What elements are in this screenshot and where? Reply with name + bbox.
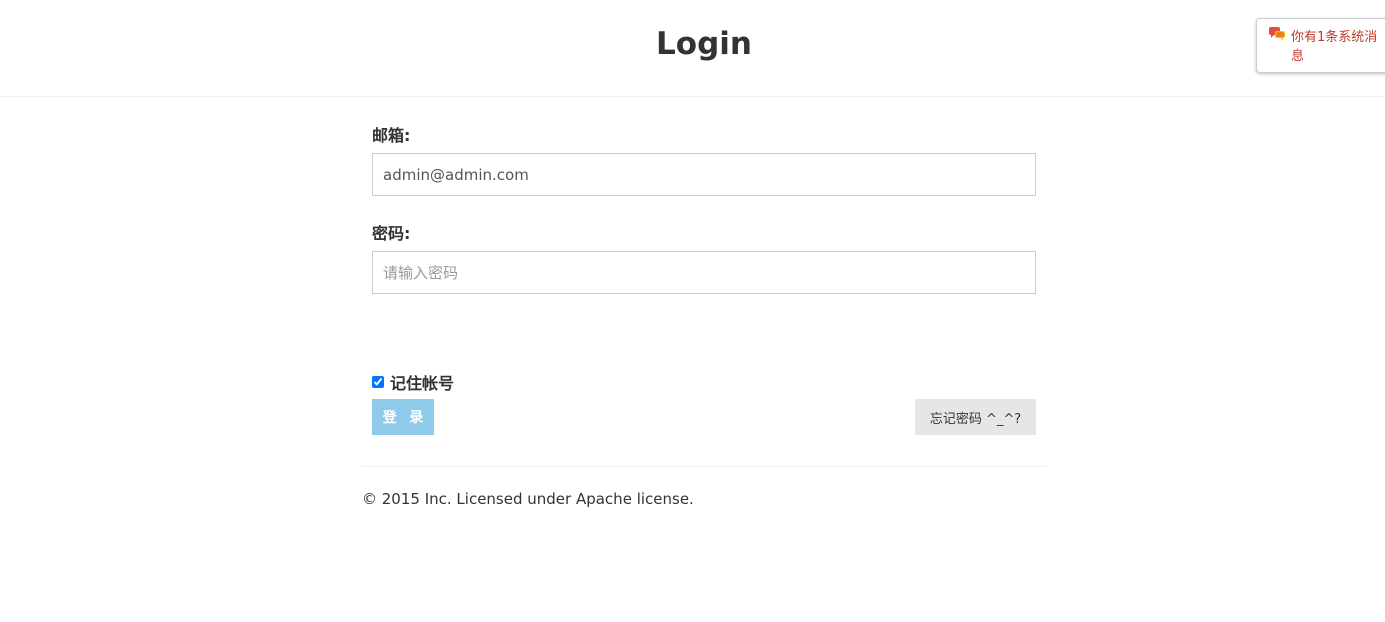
login-button[interactable]: 登 录 [372,399,434,435]
page-header: Login [0,0,1385,97]
page-title: Login [656,26,752,62]
system-message-text: 你有1条系统消息 [1291,30,1378,64]
forgot-password-button[interactable]: 忘记密码 ^_^? [915,399,1036,435]
password-field[interactable] [372,251,1036,294]
chat-bubbles-icon [1269,27,1285,41]
footer-copyright: © 2015 Inc. Licensed under Apache licens… [362,490,694,508]
password-label: 密码: [372,224,411,243]
email-label: 邮箱: [372,126,411,145]
remember-account: 记住帐号 [372,370,454,394]
footer-divider [362,466,1046,467]
remember-checkbox[interactable] [372,376,384,388]
remember-label: 记住帐号 [390,374,455,393]
email-field[interactable] [372,153,1036,196]
system-message-notice[interactable]: 你有1条系统消息 [1256,18,1385,73]
